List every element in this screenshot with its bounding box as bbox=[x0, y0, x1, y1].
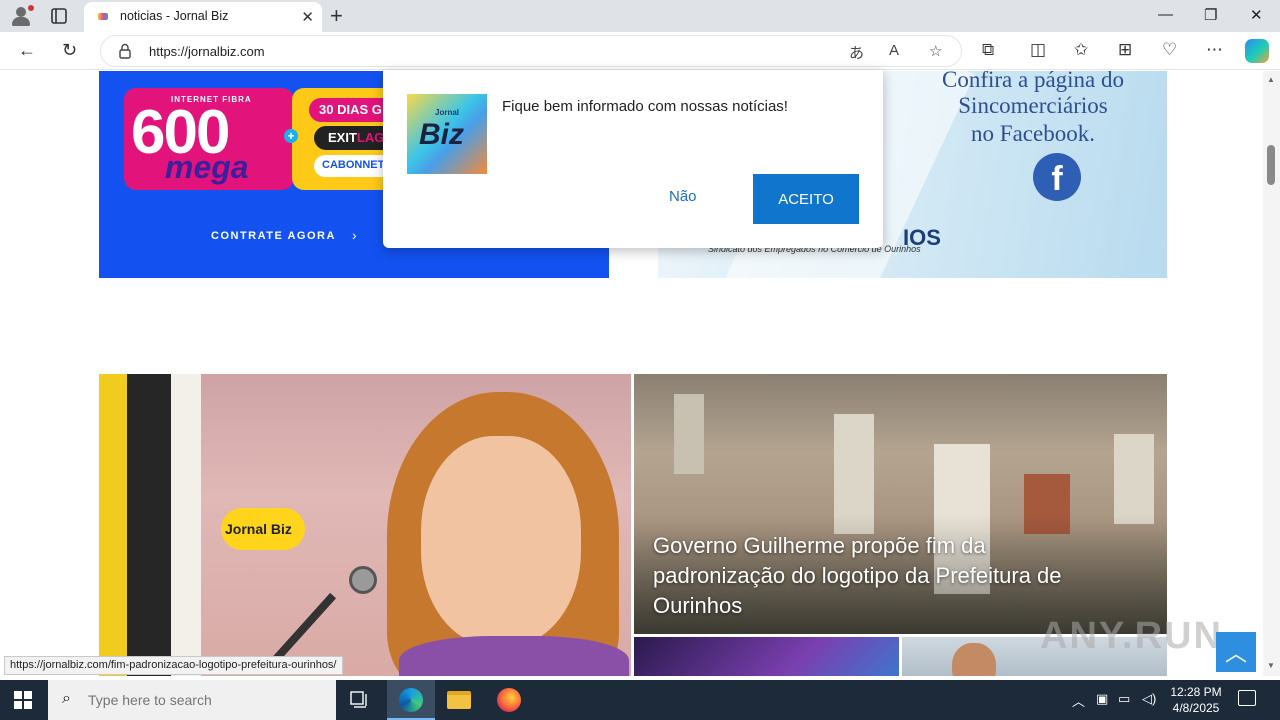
clock-date: 4/8/2025 bbox=[1172, 701, 1220, 715]
translate-icon[interactable]: あ bbox=[849, 42, 864, 63]
browser-tab[interactable]: noticias - Jornal Biz ✕ bbox=[84, 2, 322, 32]
favorites-icon[interactable]: ✩ bbox=[1074, 40, 1088, 60]
ad-unit: mega bbox=[165, 149, 249, 185]
notification-icon[interactable] bbox=[1238, 690, 1256, 706]
article-card-left[interactable]: Jornal Biz bbox=[99, 374, 631, 676]
browser-essentials-icon[interactable]: ♡ bbox=[1162, 40, 1177, 60]
tab-actions-icon[interactable] bbox=[50, 7, 68, 25]
article-headline[interactable]: Governo Guilherme propõe fim da padroniz… bbox=[653, 531, 1093, 621]
extensions-icon[interactable]: ⧉ bbox=[982, 40, 994, 60]
refresh-icon[interactable]: ↻ bbox=[62, 40, 77, 61]
lock-icon[interactable] bbox=[119, 43, 131, 59]
volume-icon[interactable]: ◁) bbox=[1142, 691, 1156, 707]
new-tab-button[interactable]: + bbox=[330, 3, 343, 29]
status-bar-url: https://jornalbiz.com/fim-padronizacao-l… bbox=[4, 656, 343, 675]
taskbar-search[interactable]: ⌕ bbox=[48, 680, 336, 720]
network-icon[interactable]: ▭ bbox=[1118, 691, 1130, 707]
profile-icon[interactable] bbox=[8, 4, 34, 28]
page-scrollbar[interactable]: ▲ ▼ bbox=[1263, 71, 1280, 676]
search-icon: ⌕ bbox=[62, 690, 71, 707]
read-aloud-icon[interactable]: A bbox=[889, 42, 899, 59]
collections-icon[interactable]: ⊞ bbox=[1118, 40, 1132, 60]
microphone-icon bbox=[349, 566, 377, 594]
anyrun-watermark: ANY.RUN bbox=[1040, 615, 1223, 657]
facebook-icon[interactable]: f bbox=[1033, 153, 1081, 201]
ad-cta[interactable]: CONTRATE AGORA bbox=[211, 230, 336, 242]
scroll-down-icon[interactable]: ▼ bbox=[1267, 661, 1275, 670]
chevron-right-icon: › bbox=[352, 227, 357, 243]
article-card-featured[interactable]: Governo Guilherme propõe fim da padroniz… bbox=[634, 374, 1167, 634]
accept-button[interactable]: ACEITO bbox=[753, 174, 859, 224]
jornal-biz-popup-logo: Jornal Biz bbox=[407, 94, 487, 174]
ad-line-2: Sincomerciários bbox=[958, 93, 1108, 118]
scroll-up-icon[interactable]: ▲ bbox=[1267, 75, 1275, 84]
jornal-biz-logo: Jornal Biz bbox=[221, 508, 305, 550]
more-icon[interactable]: ⋯ bbox=[1206, 40, 1223, 60]
windows-start-icon[interactable] bbox=[14, 691, 32, 709]
task-view-icon[interactable] bbox=[336, 680, 384, 720]
taskbar-search-input[interactable] bbox=[88, 692, 318, 708]
back-to-top-button[interactable]: ︿ bbox=[1216, 632, 1256, 672]
edge-taskbar-icon[interactable] bbox=[387, 680, 435, 720]
copilot-icon[interactable] bbox=[1245, 39, 1269, 63]
close-tab-icon[interactable]: ✕ bbox=[301, 8, 314, 26]
ad-line-1: Confira a página do bbox=[941, 71, 1125, 92]
windows-taskbar: ⌕ ︿ ▣ ▭ ◁) 12:28 PM 4/8/2025 bbox=[0, 680, 1280, 720]
restore-icon[interactable]: ❐ bbox=[1204, 6, 1217, 24]
popup-message: Fique bem informado com nossas notícias! bbox=[502, 98, 788, 115]
site-favicon bbox=[98, 13, 108, 20]
firefox-icon[interactable] bbox=[485, 680, 533, 720]
minimize-icon[interactable]: — bbox=[1158, 6, 1173, 23]
tab-bar: noticias - Jornal Biz ✕ + — ❐ ✕ bbox=[0, 0, 1280, 32]
back-icon[interactable]: ← bbox=[18, 40, 36, 61]
system-clock[interactable]: 12:28 PM 4/8/2025 bbox=[1168, 684, 1224, 716]
browser-toolbar: ← ↻ あ A ☆ ⧉ ◫ ✩ ⊞ ♡ ⋯ bbox=[0, 32, 1280, 70]
plus-icon: + bbox=[284, 129, 298, 143]
decline-button[interactable]: Não bbox=[669, 188, 697, 205]
clock-time: 12:28 PM bbox=[1170, 685, 1222, 699]
ad-line-3: no Facebook. bbox=[971, 121, 1095, 146]
url-input[interactable] bbox=[149, 44, 799, 59]
address-bar[interactable]: あ A ☆ bbox=[100, 35, 962, 67]
scrollbar-thumb[interactable] bbox=[1267, 145, 1275, 185]
article-thumb-1[interactable] bbox=[634, 637, 899, 676]
chevron-up-icon[interactable]: ︿ bbox=[1072, 691, 1085, 710]
favorite-star-icon[interactable]: ☆ bbox=[929, 42, 942, 60]
tab-title: noticias - Jornal Biz bbox=[120, 9, 229, 23]
close-window-icon[interactable]: ✕ bbox=[1250, 6, 1263, 24]
device-icon[interactable]: ▣ bbox=[1096, 691, 1108, 707]
file-explorer-icon[interactable] bbox=[435, 680, 483, 720]
split-screen-icon[interactable]: ◫ bbox=[1030, 40, 1046, 60]
notification-permission-popup: Jornal Biz Fique bem informado com nossa… bbox=[383, 70, 883, 248]
